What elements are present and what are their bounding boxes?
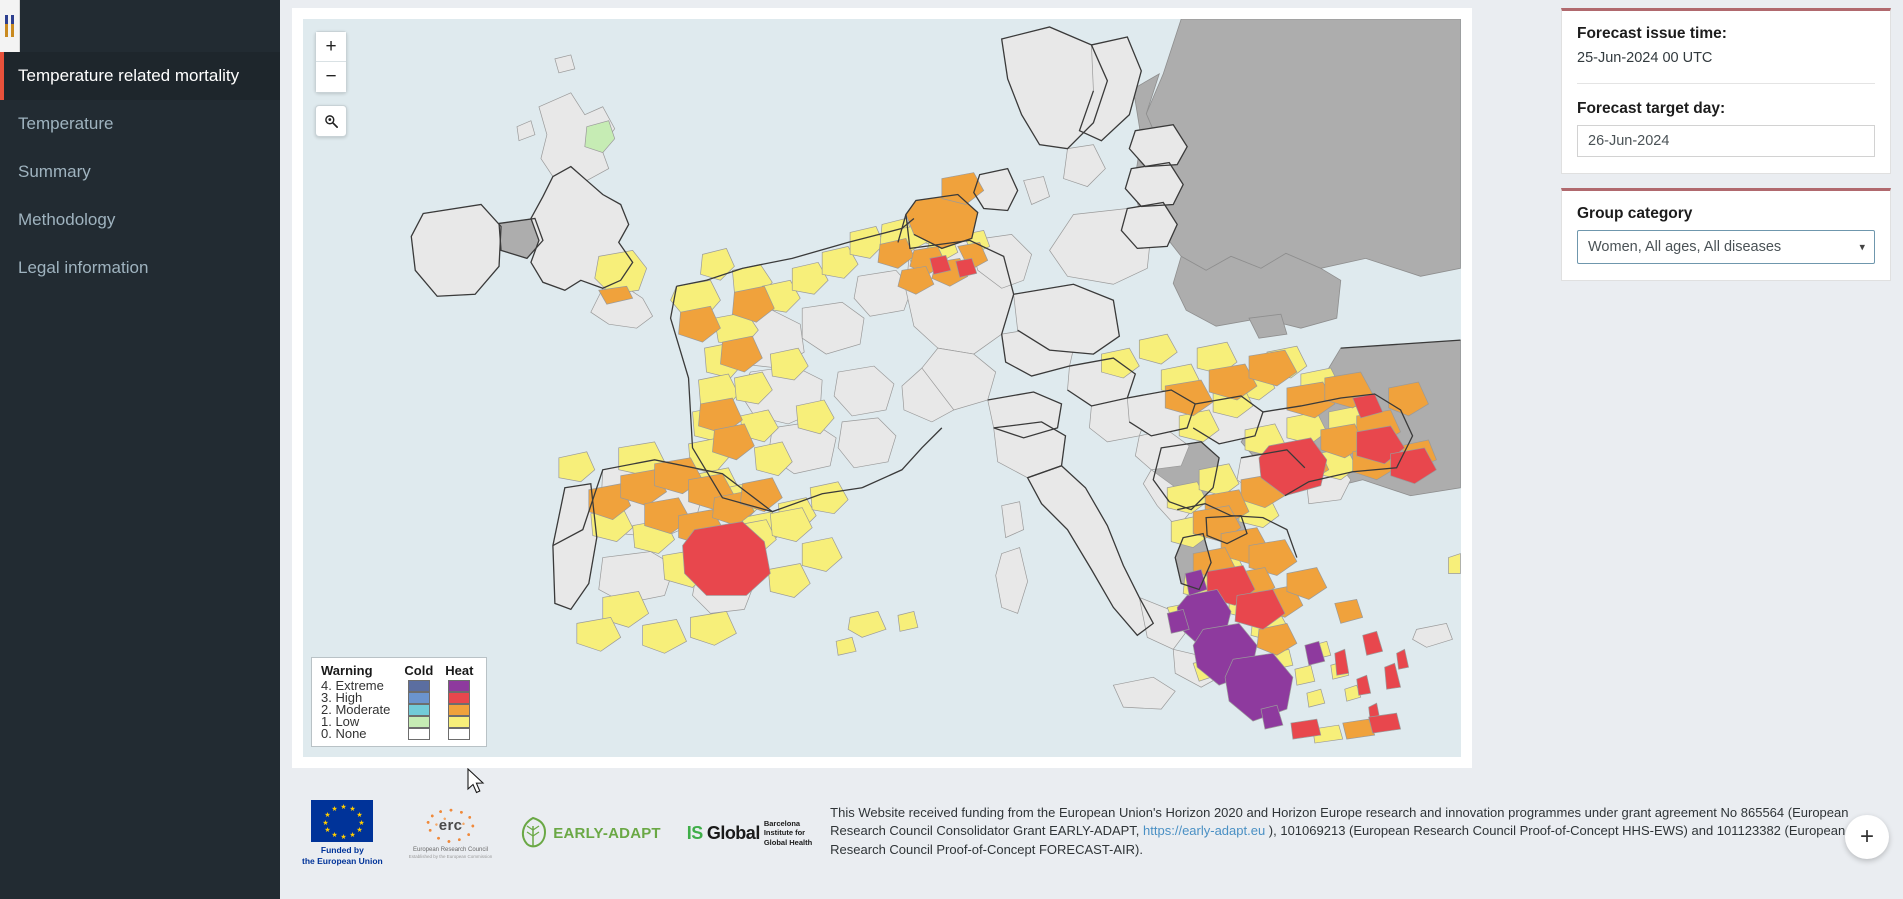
isglobal-is: IS bbox=[687, 823, 703, 844]
forecast-target-day-field[interactable]: 26-Jun-2024 bbox=[1577, 125, 1875, 157]
control-panel: Forecast issue time: 25-Jun-2024 00 UTC … bbox=[1561, 8, 1891, 295]
map-zoom-in-button[interactable]: + bbox=[316, 32, 346, 62]
erc-logo: erc European Research Council Establishe… bbox=[409, 808, 493, 859]
app-root: Temperature related mortality Temperatur… bbox=[0, 0, 1903, 899]
erc-wordmark: erc bbox=[439, 817, 462, 834]
sidebar-item-summary[interactable]: Summary bbox=[0, 148, 280, 196]
map-panel: .ld{stroke:#9a9a9a;stroke-width:.7} .cb{… bbox=[292, 8, 1472, 768]
legend-swatch-heat bbox=[448, 716, 470, 728]
sidebar-item-methodology[interactable]: Methodology bbox=[0, 196, 280, 244]
early-adapt-link[interactable]: https://early-adapt.eu bbox=[1143, 823, 1265, 838]
sidebar-item-legal-information[interactable]: Legal information bbox=[0, 244, 280, 292]
search-location-icon bbox=[324, 114, 339, 129]
legend-swatch-heat bbox=[448, 692, 470, 704]
group-category-select[interactable]: Women, All ages, All diseases bbox=[1577, 230, 1875, 264]
legend-header-cold: Cold bbox=[398, 663, 439, 680]
sidebar-item-label: Methodology bbox=[18, 210, 115, 229]
group-category-title: Group category bbox=[1577, 205, 1875, 223]
sidebar-item-label: Summary bbox=[18, 162, 91, 181]
legend-swatch-cold bbox=[408, 728, 430, 740]
isglobal-subtitle: BarcelonaInstitute forGlobal Health bbox=[764, 819, 812, 848]
legend-rows: 4. Extreme 3. High 2. Moderate bbox=[319, 680, 479, 740]
legend-row: 0. None bbox=[319, 728, 479, 740]
legend-swatch-heat bbox=[448, 680, 470, 692]
pause-bars-icon bbox=[5, 15, 14, 37]
eu-flag-logo: ★ ★ ★ ★ ★ ★ ★ ★ ★ ★ ★ ★ Funded by bbox=[302, 800, 383, 866]
erc-dots-icon: erc bbox=[425, 808, 477, 844]
sidebar-item-temperature-related-mortality[interactable]: Temperature related mortality bbox=[0, 52, 280, 100]
funding-statement: This Website received funding from the E… bbox=[830, 800, 1903, 870]
eu-flag-caption: Funded by the European Union bbox=[302, 845, 383, 866]
sidebar-item-label: Legal information bbox=[18, 258, 148, 277]
erc-subtitle-small: Established by the European Commission bbox=[409, 854, 493, 859]
legend-row-label: 0. None bbox=[319, 728, 398, 740]
legend-swatch-cold bbox=[408, 680, 430, 692]
legend-swatch-cold bbox=[408, 704, 430, 716]
legend-swatch-heat bbox=[448, 728, 470, 740]
early-adapt-logo: EARLY-ADAPT bbox=[518, 816, 661, 850]
map-zoom-controls[interactable]: + − bbox=[315, 31, 347, 93]
footer: ★ ★ ★ ★ ★ ★ ★ ★ ★ ★ ★ ★ Funded by bbox=[292, 790, 1903, 899]
sidebar-item-temperature[interactable]: Temperature bbox=[0, 100, 280, 148]
add-floating-action-button[interactable]: + bbox=[1845, 815, 1889, 859]
sidebar-item-label: Temperature related mortality bbox=[18, 66, 239, 85]
sidebar: Temperature related mortality Temperatur… bbox=[0, 0, 280, 899]
legend-table: Warning Cold Heat 4. Extreme bbox=[319, 663, 479, 740]
europe-choropleth-map[interactable]: .ld{stroke:#9a9a9a;stroke-width:.7} .cb{… bbox=[303, 19, 1461, 757]
map-zoom-out-button[interactable]: − bbox=[316, 62, 346, 92]
map-search-location-button[interactable] bbox=[315, 105, 347, 137]
map-viewport[interactable]: .ld{stroke:#9a9a9a;stroke-width:.7} .cb{… bbox=[303, 19, 1461, 757]
forecast-target-day-label: Forecast target day: bbox=[1577, 100, 1875, 118]
footer-logos: ★ ★ ★ ★ ★ ★ ★ ★ ★ ★ ★ ★ Funded by bbox=[292, 800, 812, 866]
map-legend: Warning Cold Heat 4. Extreme bbox=[311, 657, 487, 747]
main-content: .ld{stroke:#9a9a9a;stroke-width:.7} .cb{… bbox=[280, 0, 1903, 899]
group-category-select-wrap: Women, All ages, All diseases ▾ bbox=[1577, 230, 1875, 264]
legend-swatch-heat bbox=[448, 704, 470, 716]
forecast-issue-time-value: 25-Jun-2024 00 UTC bbox=[1577, 50, 1875, 66]
legend-header-heat: Heat bbox=[439, 663, 479, 680]
sidebar-item-label: Temperature bbox=[18, 114, 113, 133]
card-divider bbox=[1577, 83, 1875, 84]
forecast-card: Forecast issue time: 25-Jun-2024 00 UTC … bbox=[1561, 8, 1891, 174]
legend-swatch-cold bbox=[408, 692, 430, 704]
early-adapt-wordmark: EARLY-ADAPT bbox=[553, 825, 661, 842]
leaf-icon bbox=[518, 816, 548, 850]
isglobal-global: Global bbox=[707, 823, 760, 844]
erc-subtitle: European Research Council bbox=[413, 847, 488, 853]
forecast-issue-time-label: Forecast issue time: bbox=[1577, 25, 1875, 43]
eu-flag-icon: ★ ★ ★ ★ ★ ★ ★ ★ ★ ★ ★ ★ bbox=[311, 800, 373, 842]
isglobal-logo: IS Global BarcelonaInstitute forGlobal H… bbox=[687, 819, 812, 848]
group-category-card: Group category Women, All ages, All dise… bbox=[1561, 188, 1891, 281]
legend-swatch-cold bbox=[408, 716, 430, 728]
sidebar-collapse-handle[interactable] bbox=[0, 0, 20, 52]
